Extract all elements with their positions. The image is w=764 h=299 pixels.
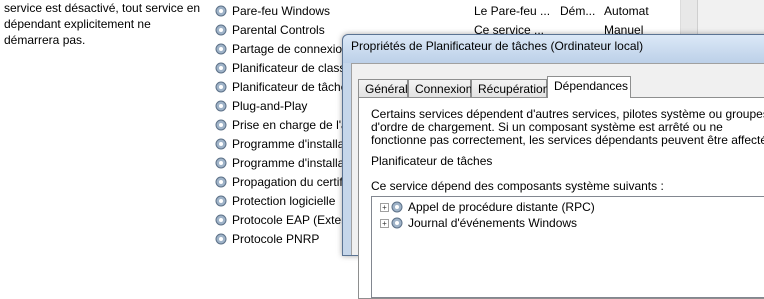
tab-connexion[interactable]: Connexion xyxy=(408,79,472,97)
gear-icon xyxy=(215,24,227,36)
gear-icon xyxy=(215,157,227,169)
service-status: Dém... xyxy=(560,4,596,18)
service-startup: Automat xyxy=(604,4,649,18)
dependances-panel: Certains services dépendent d'autres ser… xyxy=(358,97,764,299)
service-row[interactable]: Pare-feu Windows Le Pare-feu ... Dém... … xyxy=(210,2,680,21)
service-desc: Le Pare-feu ... xyxy=(474,4,551,18)
gear-icon xyxy=(215,195,227,207)
gear-icon xyxy=(215,100,227,112)
gear-icon xyxy=(215,214,227,226)
gear-icon xyxy=(215,43,227,55)
depends-label: Ce service dépend des composants système… xyxy=(371,179,664,193)
tab-recuperation[interactable]: Récupération xyxy=(471,79,549,97)
intro-line: fonctionne pas correctement, les service… xyxy=(371,133,764,147)
properties-dialog[interactable]: Propriétés de Planificateur de tâches (O… xyxy=(342,34,764,299)
tree-item[interactable]: + Journal d'événements Windows xyxy=(372,215,762,231)
dialog-title: Propriétés de Planificateur de tâches (O… xyxy=(351,39,644,53)
service-description: service est désactivé, tout service en d… xyxy=(4,0,204,48)
tab-dependances[interactable]: Dépendances xyxy=(547,76,631,98)
description-line: service est désactivé, tout service en xyxy=(4,1,201,15)
description-line: dépendant explicitement ne xyxy=(4,17,151,31)
service-name-label: Planificateur de tâches xyxy=(371,154,493,168)
gear-icon xyxy=(215,176,227,188)
gear-icon xyxy=(215,138,227,150)
expand-icon[interactable]: + xyxy=(380,219,389,228)
dependencies-tree[interactable]: + Appel de procédure distante (RPC) + Jo… xyxy=(371,196,764,298)
expand-icon[interactable]: + xyxy=(380,203,389,212)
gear-icon xyxy=(215,81,227,93)
tree-item-label: Appel de procédure distante (RPC) xyxy=(408,200,595,214)
tree-item-label: Journal d'événements Windows xyxy=(408,216,578,230)
gear-icon xyxy=(215,62,227,74)
gear-icon xyxy=(391,217,403,229)
gear-icon xyxy=(215,233,227,245)
tree-item[interactable]: + Appel de procédure distante (RPC) xyxy=(372,199,762,215)
description-line: démarrera pas. xyxy=(4,33,86,47)
gear-icon xyxy=(391,201,403,213)
tab-general[interactable]: Général xyxy=(358,79,408,97)
dialog-body: Général Connexion Récupération Dépendanc… xyxy=(351,63,764,299)
gear-icon xyxy=(215,5,227,17)
dialog-titlebar[interactable]: Propriétés de Planificateur de tâches (O… xyxy=(343,35,764,63)
gear-icon xyxy=(215,119,227,131)
